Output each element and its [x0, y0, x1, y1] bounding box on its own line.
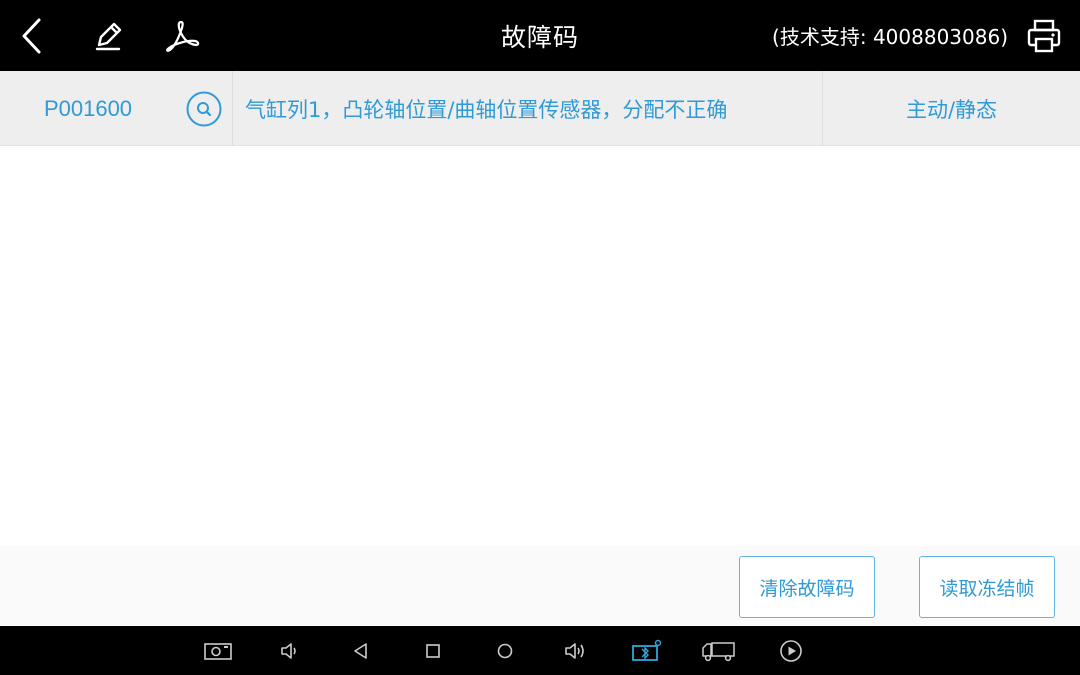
search-icon	[186, 91, 222, 126]
print-icon[interactable]	[1022, 14, 1066, 58]
edit-icon[interactable]	[86, 14, 130, 58]
dtc-row[interactable]: P001600 气缸列1，凸轮轴位置/曲轴位置传感器，分配不正确 主动/静态	[0, 71, 1080, 146]
dtc-search-button[interactable]	[176, 71, 232, 146]
dtc-status: 主动/静态	[822, 71, 1080, 146]
play-icon[interactable]	[776, 636, 806, 666]
screenshot-icon[interactable]	[202, 636, 234, 666]
vci-connection-icon[interactable]	[630, 636, 664, 666]
home-icon[interactable]	[490, 636, 520, 666]
content-area	[0, 146, 1080, 546]
volume-down-icon[interactable]	[275, 636, 305, 666]
system-nav-bar	[0, 626, 1080, 675]
back-icon[interactable]	[10, 14, 54, 58]
volume-up-icon[interactable]	[561, 636, 591, 666]
top-bar: 故障码 (技术支持: 4008803086)	[0, 0, 1080, 71]
recents-icon[interactable]	[418, 636, 448, 666]
action-bar: 清除故障码 读取冻结帧	[0, 546, 1080, 626]
read-freeze-frame-button[interactable]: 读取冻结帧	[919, 556, 1055, 618]
truck-icon[interactable]	[700, 636, 738, 666]
dtc-code: P001600	[43, 95, 133, 121]
dtc-description: 气缸列1，凸轮轴位置/曲轴位置传感器，分配不正确	[232, 71, 822, 146]
support-hotline: (技术支持: 4008803086)	[772, 25, 1008, 49]
clear-dtc-button[interactable]: 清除故障码	[739, 556, 875, 618]
nav-back-icon[interactable]	[346, 636, 376, 666]
pdf-icon[interactable]	[160, 14, 204, 58]
